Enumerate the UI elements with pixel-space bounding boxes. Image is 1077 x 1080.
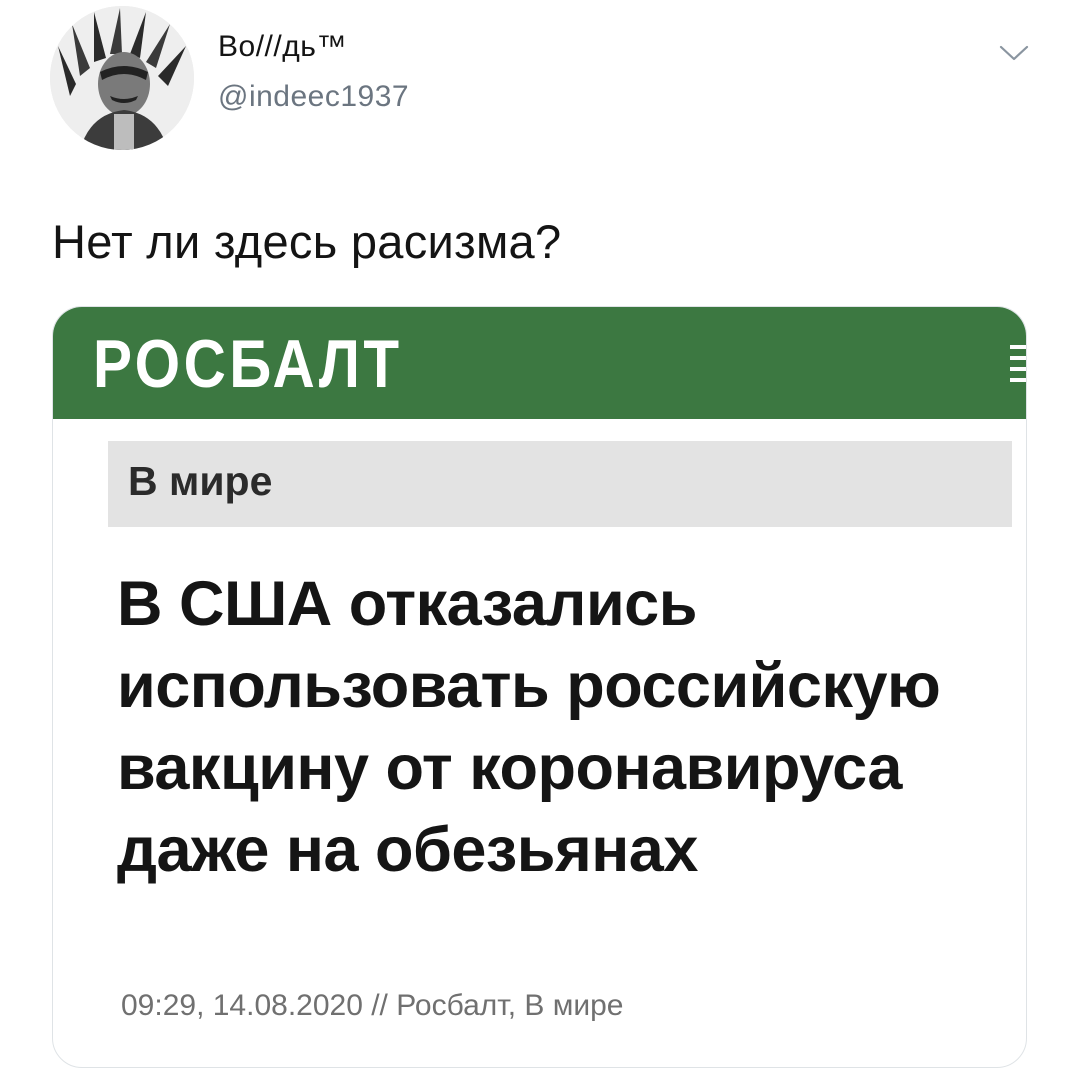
- tweet-media-card[interactable]: РОСБАЛТ В мире В США отказались использо…: [52, 306, 1027, 1068]
- user-handle[interactable]: @indeec1937: [218, 80, 409, 114]
- hamburger-menu-icon: [1010, 345, 1026, 383]
- article-headline: В США отказались использовать российскую…: [117, 569, 941, 885]
- category-label: В мире: [128, 458, 273, 504]
- site-logo: РОСБАЛТ: [93, 326, 403, 402]
- avatar-image: [50, 6, 194, 150]
- site-header: РОСБАЛТ: [53, 307, 1026, 419]
- avatar[interactable]: [50, 6, 194, 150]
- article-meta: 09:29, 14.08.2020 // Росбалт, В мире: [121, 989, 624, 1022]
- tweet-text: Нет ли здесь расизма?: [52, 215, 562, 268]
- category-bar: В мире: [108, 441, 1012, 527]
- chevron-down-icon[interactable]: [998, 42, 1030, 64]
- display-name[interactable]: Во///дь™: [218, 30, 347, 64]
